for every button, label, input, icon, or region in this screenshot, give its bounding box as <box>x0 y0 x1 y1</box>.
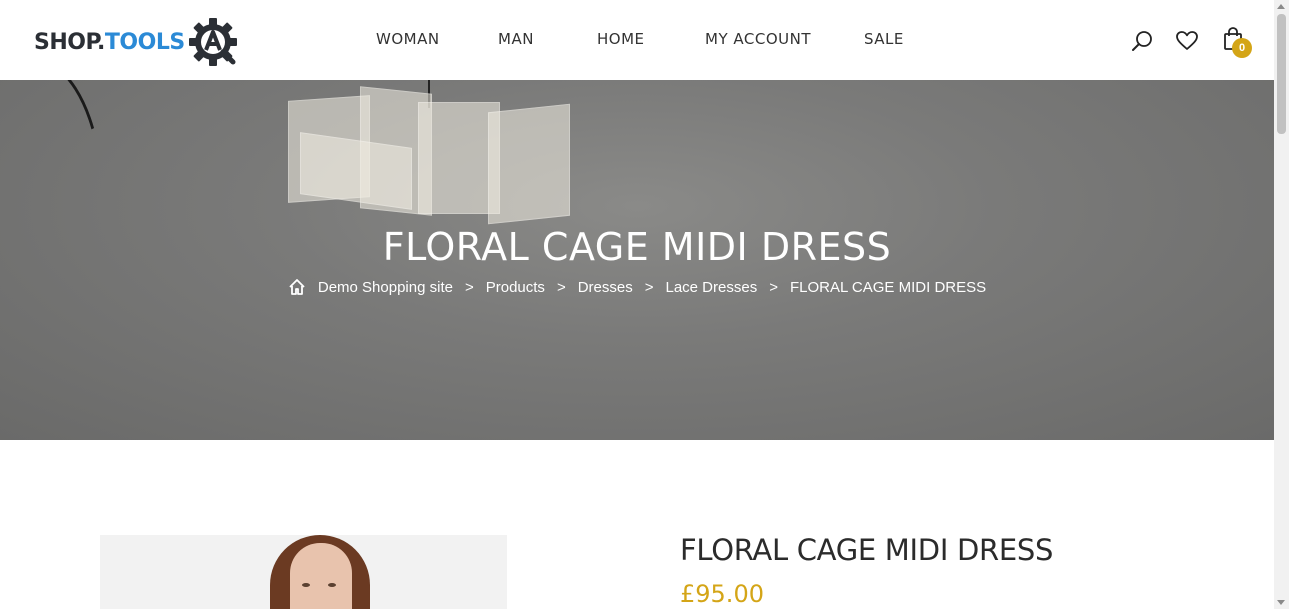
product-title: FLORAL CAGE MIDI DRESS <box>680 533 1054 567</box>
breadcrumb-separator: > <box>769 278 778 296</box>
product-price: £95.00 <box>680 580 764 608</box>
nav-man[interactable]: MAN <box>498 30 534 48</box>
product-image[interactable] <box>100 535 507 609</box>
breadcrumb-separator: > <box>464 278 474 296</box>
scroll-thumb[interactable] <box>1277 14 1286 134</box>
nav-sale[interactable]: SALE <box>864 30 904 48</box>
model-eye-shape <box>302 583 310 587</box>
gear-logo-icon <box>188 18 237 66</box>
breadcrumb-separator: > <box>556 278 566 296</box>
page-scrollbar[interactable] <box>1274 0 1289 609</box>
nav-woman[interactable]: WOMAN <box>376 30 440 48</box>
search-icon[interactable] <box>1130 29 1154 53</box>
cart-count-badge: 0 <box>1232 38 1252 58</box>
scroll-down-arrow-icon[interactable] <box>1277 600 1285 605</box>
page-hero-banner: FLORAL CAGE MIDI DRESS Demo Shopping sit… <box>0 80 1274 440</box>
site-logo[interactable]: SHOP.TOOLS <box>34 17 239 67</box>
breadcrumb-separator: > <box>644 278 654 296</box>
breadcrumb: Demo Shopping site > Products > Dresses … <box>0 278 1274 296</box>
nav-my-account[interactable]: MY ACCOUNT <box>705 30 811 48</box>
breadcrumb-lace-dresses[interactable]: Lace Dresses <box>665 279 757 296</box>
page-title: FLORAL CAGE MIDI DRESS <box>382 225 892 269</box>
home-icon[interactable] <box>288 278 306 296</box>
nav-home[interactable]: HOME <box>597 30 645 48</box>
breadcrumb-demo-shopping-site[interactable]: Demo Shopping site <box>318 279 453 296</box>
breadcrumb-current: FLORAL CAGE MIDI DRESS <box>789 278 987 296</box>
model-face-shape <box>290 543 352 609</box>
model-eye-shape <box>328 583 336 587</box>
site-header: SHOP.TOOLS WOMAN MAN HOME MY ACCOUNT SAL… <box>0 0 1274 80</box>
logo-text: SHOP.TOOLS <box>34 29 185 55</box>
breadcrumb-products[interactable]: Products <box>486 279 545 296</box>
lamp-shade-panel <box>488 103 570 225</box>
scroll-up-arrow-icon[interactable] <box>1277 4 1285 9</box>
heart-icon[interactable] <box>1176 31 1198 51</box>
breadcrumb-dresses[interactable]: Dresses <box>578 279 633 296</box>
